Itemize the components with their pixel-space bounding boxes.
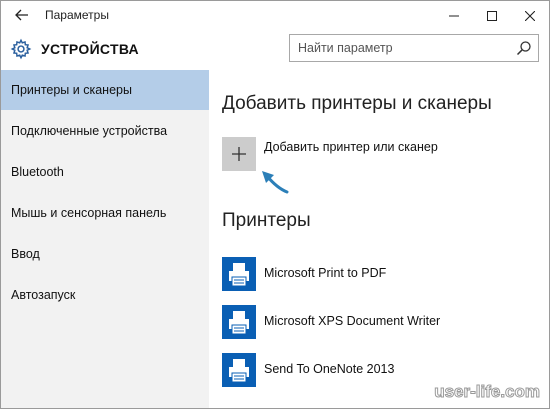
sidebar-item-bluetooth[interactable]: Bluetooth <box>1 152 209 192</box>
printer-name: Microsoft Print to PDF <box>264 266 387 280</box>
add-printers-heading: Добавить принтеры и сканеры <box>222 93 492 114</box>
page-title: УСТРОЙСТВА <box>41 41 139 57</box>
sidebar-item-label: Bluetooth <box>11 165 64 179</box>
window-controls <box>435 1 549 30</box>
pointer-arrow-icon <box>262 171 289 194</box>
minimize-icon <box>449 15 459 16</box>
window-title: Параметры <box>45 8 109 22</box>
close-button[interactable] <box>511 1 549 30</box>
add-printer-button[interactable] <box>222 137 256 171</box>
search-box[interactable] <box>289 34 539 62</box>
maximize-icon <box>487 10 497 21</box>
page-header: УСТРОЙСТВА <box>1 30 549 68</box>
watermark-text: user-life.com <box>434 382 540 401</box>
sidebar-item-label: Ввод <box>11 247 40 261</box>
gear-icon <box>10 38 32 60</box>
sidebar-item-label: Принтеры и сканеры <box>11 83 132 97</box>
printer-icon <box>222 353 256 387</box>
sidebar-item-mouse-touchpad[interactable]: Мышь и сенсорная панель <box>1 193 209 233</box>
sidebar-item-input[interactable]: Ввод <box>1 234 209 274</box>
sidebar-item-label: Мышь и сенсорная панель <box>11 206 167 220</box>
printer-name: Send To OneNote 2013 <box>264 362 395 376</box>
search-icon[interactable] <box>516 40 532 56</box>
back-button[interactable] <box>7 3 37 27</box>
sidebar: Принтеры и сканеры Подключенные устройст… <box>1 70 209 408</box>
plus-icon <box>232 147 246 161</box>
add-printer-label[interactable]: Добавить принтер или сканер <box>264 140 438 154</box>
printers-heading: Принтеры <box>222 210 311 231</box>
sidebar-item-label: Подключенные устройства <box>11 124 168 138</box>
printer-icon <box>222 257 256 291</box>
printer-icon <box>222 305 256 339</box>
sidebar-item-connected-devices[interactable]: Подключенные устройства <box>1 111 209 151</box>
settings-window: Параметры УСТРОЙСТВА Найти параметр Прин… <box>0 0 550 409</box>
back-arrow-icon <box>15 9 28 21</box>
sidebar-item-label: Автозапуск <box>11 288 76 302</box>
printer-item-print-to-pdf[interactable]: Microsoft Print to PDF <box>222 257 542 297</box>
main-content: Добавить принтеры и сканеры Добавить при… <box>209 70 549 408</box>
close-icon <box>525 10 535 21</box>
watermark-logo: user-life.com <box>434 382 541 402</box>
maximize-button[interactable] <box>473 1 511 30</box>
search-input[interactable] <box>298 35 498 61</box>
sidebar-item-autoplay[interactable]: Автозапуск <box>1 275 209 315</box>
sidebar-item-printers-scanners[interactable]: Принтеры и сканеры <box>1 70 209 110</box>
title-bar: Параметры <box>1 1 549 30</box>
minimize-button[interactable] <box>435 1 473 30</box>
printer-item-xps-writer[interactable]: Microsoft XPS Document Writer <box>222 305 542 345</box>
printer-name: Microsoft XPS Document Writer <box>264 314 441 328</box>
